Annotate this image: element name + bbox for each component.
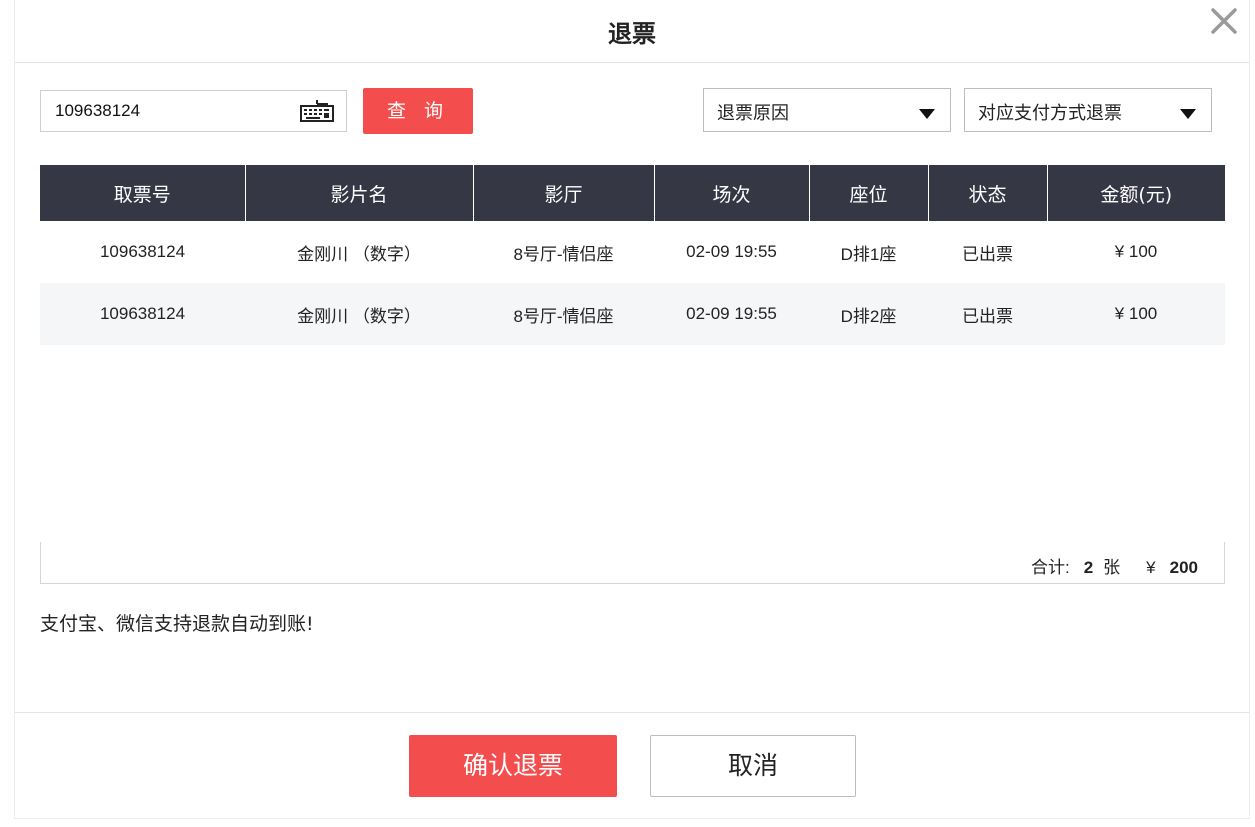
header-hall: 影厅	[473, 165, 655, 221]
table-row[interactable]: 109638124 金刚川 （数字） 8号厅-情侣座 02-09 19:55 D…	[40, 283, 1225, 345]
refund-dialog: 退票 查 询 退票原因	[14, 0, 1250, 819]
dialog-title: 退票	[608, 20, 656, 48]
refund-reason-select[interactable]: 退票原因	[703, 88, 951, 132]
query-button[interactable]: 查 询	[363, 88, 473, 134]
cell-showtime: 02-09 19:55	[654, 283, 809, 345]
summary-currency: ¥	[1146, 558, 1156, 577]
cell-ticket-no: 109638124	[40, 283, 245, 345]
cancel-button[interactable]: 取消	[650, 735, 856, 797]
cell-status: 已出票	[962, 244, 1013, 264]
table-header-row: 取票号 影片名 影厅 场次 座位 状态 金额(元)	[40, 165, 1225, 221]
header-seat: 座位	[809, 165, 929, 221]
summary-text: 合计: 2 张 ¥200	[1031, 553, 1208, 578]
header-ticket-no: 取票号	[40, 165, 246, 221]
summary-label: 合计:	[1030, 558, 1070, 577]
summary-unit: 张	[1103, 558, 1121, 577]
cell-amount: ¥ 100	[1114, 242, 1158, 261]
header-movie: 影片名	[245, 165, 474, 221]
cell-seat: D排1座	[840, 244, 897, 264]
cell-movie: 金刚川 （数字）	[297, 244, 421, 264]
cell-movie: 金刚川 （数字）	[245, 283, 473, 345]
summary-count: 2	[1083, 558, 1094, 577]
cell-seat: D排2座	[809, 283, 928, 345]
cell-amount: ¥ 100	[1047, 283, 1225, 345]
header-status: 状态	[928, 165, 1048, 221]
refund-reason-label: 退票原因	[717, 103, 789, 124]
refund-method-select[interactable]: 对应支付方式退票	[964, 88, 1212, 132]
cell-showtime: 02-09 19:55	[686, 242, 777, 261]
confirm-refund-button[interactable]: 确认退票	[409, 735, 617, 797]
dialog-footer: 确认退票 取消	[15, 712, 1249, 819]
cell-ticket-no: 109638124	[99, 242, 186, 261]
header-amount: 金额(元)	[1047, 165, 1225, 221]
keyboard-icon[interactable]	[300, 100, 334, 122]
ticket-search-box	[40, 90, 347, 132]
cell-hall: 8号厅-情侣座	[473, 283, 654, 345]
ticket-table: 取票号 影片名 影厅 场次 座位 状态 金额(元) 109638124 金刚川 …	[40, 165, 1225, 345]
close-icon[interactable]	[1207, 4, 1241, 38]
table-row[interactable]: 109638124 金刚川 （数字） 8号厅-情侣座 02-09 19:55 D…	[40, 221, 1225, 283]
summary-total: 200	[1169, 558, 1198, 577]
refund-notice: 支付宝、微信支持退款自动到账!	[40, 613, 314, 635]
dialog-header: 退票	[15, 0, 1249, 63]
summary-bar: 合计: 2 张 ¥200	[40, 542, 1225, 584]
caret-down-icon	[918, 105, 936, 119]
cell-hall: 8号厅-情侣座	[513, 244, 614, 264]
cell-status: 已出票	[928, 283, 1047, 345]
header-showtime: 场次	[654, 165, 810, 221]
ticket-number-input[interactable]	[41, 91, 305, 131]
refund-method-label: 对应支付方式退票	[978, 103, 1122, 124]
caret-down-icon	[1179, 105, 1197, 119]
